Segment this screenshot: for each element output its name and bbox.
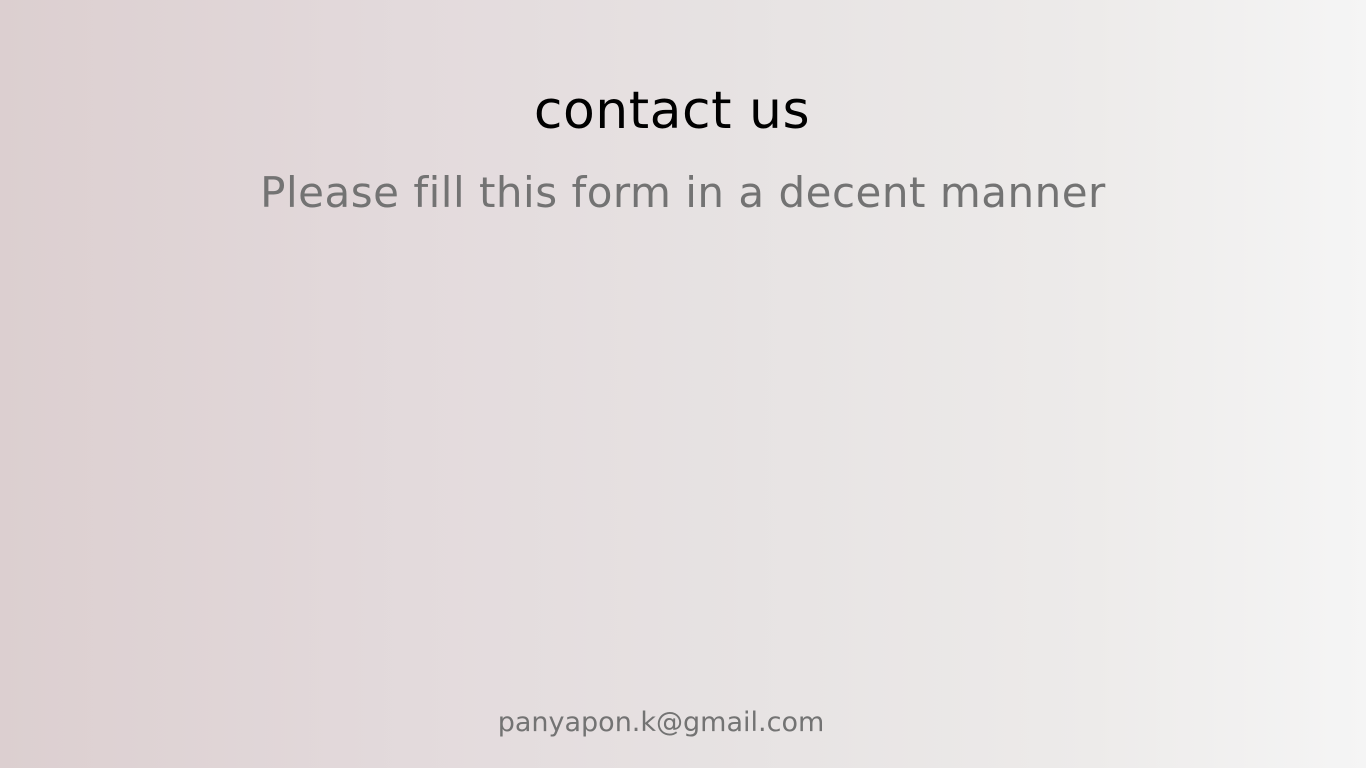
page-subtitle: Please fill this form in a decent manner — [260, 168, 1106, 217]
footer-email: panyapon.k@gmail.com — [497, 707, 825, 738]
contact-page: contact us Please fill this form in a de… — [0, 0, 1366, 768]
page-title: contact us — [533, 81, 811, 141]
